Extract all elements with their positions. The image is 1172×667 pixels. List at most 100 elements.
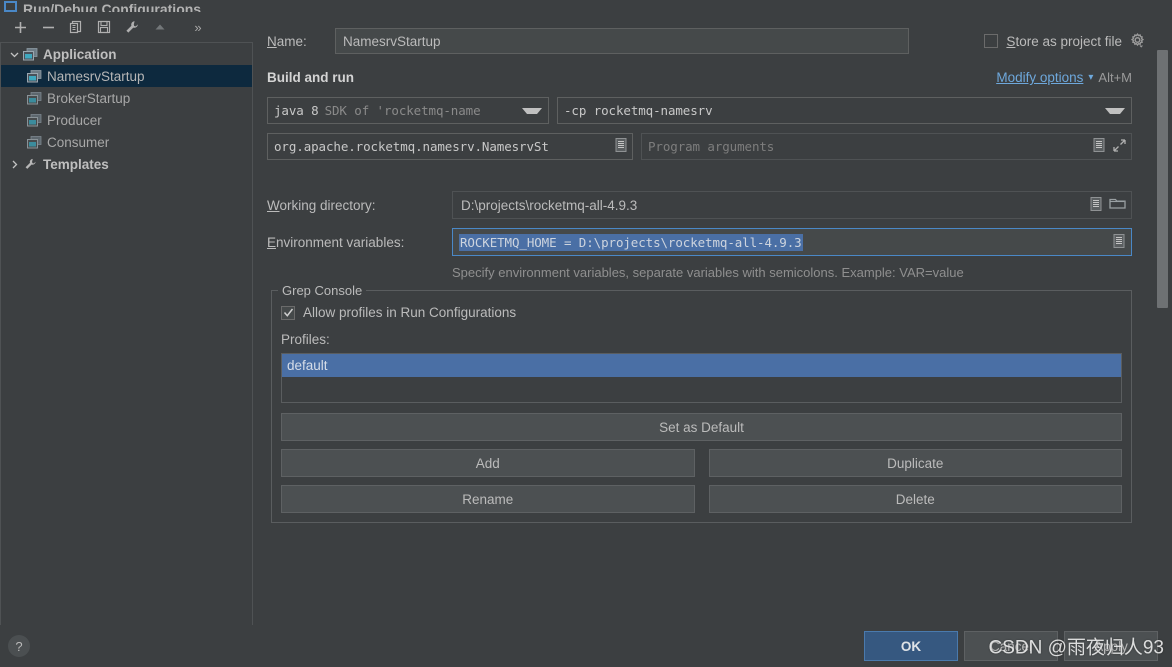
editor-scrollbar-thumb[interactable]	[1157, 50, 1168, 308]
tree-item-label: Producer	[47, 112, 102, 128]
grep-console-group: Grep Console Allow profiles in Run Confi…	[271, 283, 1132, 523]
main-class-input[interactable]: org.apache.rocketmq.namesrv.NamesrvSt	[267, 133, 633, 160]
name-label: Name:	[267, 33, 307, 49]
store-as-project-file-label: Store as project file	[1006, 33, 1122, 49]
chevron-down-icon[interactable]	[522, 107, 542, 114]
tree-item-label: BrokerStartup	[47, 90, 131, 106]
copy-configuration-button[interactable]	[62, 14, 90, 40]
gear-icon[interactable]	[1130, 33, 1146, 49]
main-class-value: org.apache.rocketmq.namesrv.NamesrvSt	[274, 139, 549, 154]
allow-profiles-checkbox[interactable]	[281, 305, 295, 320]
delete-profile-button[interactable]: Delete	[708, 485, 1122, 513]
run-debug-configurations-dialog: Run/Debug Configurations » Application N…	[0, 0, 1172, 667]
jre-select-value: java 8	[274, 103, 319, 118]
profiles-list[interactable]: default	[281, 353, 1122, 403]
tree-item-label: Consumer	[47, 134, 110, 150]
tree-group-application[interactable]: Application	[1, 43, 252, 65]
classpath-value: -cp rocketmq-namesrv	[564, 103, 713, 118]
sidebar-item-templates[interactable]: Templates	[1, 153, 252, 175]
save-configuration-button[interactable]	[90, 14, 118, 40]
sidebar-item-producer[interactable]: Producer	[1, 109, 252, 131]
macro-icon[interactable]	[614, 137, 628, 156]
store-as-project-file-checkbox[interactable]	[984, 34, 999, 48]
macro-icon[interactable]	[1092, 137, 1106, 156]
program-arguments-placeholder: Program arguments	[648, 139, 775, 154]
jre-select[interactable]: java 8 SDK of 'rocketmq-name	[267, 97, 549, 124]
working-directory-row: Working directory: D:\projects\rocketmq-…	[267, 191, 1156, 219]
rename-profile-button[interactable]: Rename	[281, 485, 695, 513]
working-directory-label: Working directory:	[267, 197, 376, 213]
sidebar-item-namesrvstartup[interactable]: NamesrvStartup	[1, 65, 252, 87]
name-input[interactable]: NamesrvStartup	[335, 28, 909, 54]
chevron-down-icon[interactable]	[1105, 107, 1125, 114]
name-input-value: NamesrvStartup	[343, 33, 441, 49]
working-directory-input[interactable]: D:\projects\rocketmq-all-4.9.3	[452, 191, 1132, 219]
environment-variables-label: Environment variables:	[267, 234, 405, 250]
environment-variables-row: Environment variables: ROCKETMQ_HOME = D…	[267, 228, 1156, 256]
application-icon	[27, 113, 42, 127]
dialog-buttons: OK Cancel Apply	[864, 631, 1158, 661]
configurations-toolbar: »	[0, 12, 253, 42]
add-profile-button[interactable]: Add	[281, 449, 695, 477]
sidebar-item-brokerstartup[interactable]: BrokerStartup	[1, 87, 252, 109]
wrench-icon	[23, 157, 38, 171]
application-icon	[27, 69, 42, 83]
store-as-project-file-group: Store as project file	[984, 33, 1156, 49]
profile-label: default	[287, 358, 328, 373]
chevron-down-icon[interactable]: ▾	[1088, 72, 1093, 83]
grep-console-group-title: Grep Console	[278, 283, 367, 298]
configurations-panel: » Application NamesrvStartup BrokerStart…	[0, 12, 253, 625]
application-icon	[27, 91, 42, 105]
dialog-footer: ? OK Cancel Apply CSDN @雨夜归人93	[0, 625, 1172, 667]
dialog-body: » Application NamesrvStartup BrokerStart…	[0, 12, 1172, 625]
macro-icon[interactable]	[1112, 233, 1126, 252]
macro-icon[interactable]	[1089, 196, 1103, 215]
tree-item-label: Templates	[43, 156, 109, 172]
ok-button[interactable]: OK	[864, 631, 958, 661]
apply-button[interactable]: Apply	[1064, 631, 1158, 661]
profiles-label: Profiles:	[281, 332, 330, 347]
folder-icon[interactable]	[1109, 196, 1126, 214]
classpath-select[interactable]: -cp rocketmq-namesrv	[557, 97, 1132, 124]
tree-item-label: NamesrvStartup	[47, 68, 145, 84]
environment-variables-input[interactable]: ROCKETMQ_HOME = D:\projects\rocketmq-all…	[452, 228, 1132, 256]
move-up-button[interactable]	[146, 14, 174, 40]
build-and-run-header: Build and run Modify options ▾ Alt+M	[267, 70, 1156, 85]
name-row: Name: NamesrvStartup Store as project fi…	[267, 28, 1156, 54]
chevron-right-icon[interactable]	[5, 159, 23, 170]
jre-select-description: SDK of 'rocketmq-name	[324, 103, 481, 118]
add-configuration-button[interactable]	[6, 14, 34, 40]
list-item[interactable]: default	[282, 354, 1121, 377]
application-icon	[23, 47, 38, 61]
modify-options-group: Modify options ▾ Alt+M	[996, 70, 1132, 85]
configuration-editor-panel: Name: NamesrvStartup Store as project fi…	[253, 12, 1172, 625]
section-title: Build and run	[267, 70, 354, 85]
profile-buttons: Set as Default Add Duplicate Rename Dele…	[281, 413, 1122, 513]
working-directory-value: D:\projects\rocketmq-all-4.9.3	[461, 197, 638, 213]
allow-profiles-label: Allow profiles in Run Configurations	[303, 305, 517, 320]
modify-options-link[interactable]: Modify options	[996, 70, 1083, 85]
editor-scrollbar[interactable]	[1157, 26, 1168, 613]
chevron-down-icon[interactable]	[5, 49, 23, 60]
duplicate-profile-button[interactable]: Duplicate	[708, 449, 1122, 477]
edit-templates-button[interactable]	[118, 14, 146, 40]
environment-variables-hint: Specify environment variables, separate …	[452, 265, 964, 280]
dialog-titlebar: Run/Debug Configurations	[0, 0, 1172, 12]
application-icon	[27, 135, 42, 149]
configurations-tree[interactable]: Application NamesrvStartup BrokerStartup…	[0, 42, 253, 625]
program-arguments-input[interactable]: Program arguments	[641, 133, 1132, 160]
toolbar-overflow-button[interactable]: »	[188, 20, 208, 35]
sdk-classpath-row: java 8 SDK of 'rocketmq-name -cp rocketm…	[267, 97, 1156, 124]
set-as-default-button[interactable]: Set as Default	[281, 413, 1122, 441]
cancel-button[interactable]: Cancel	[964, 631, 1058, 661]
sidebar-item-consumer[interactable]: Consumer	[1, 131, 252, 153]
modify-options-shortcut: Alt+M	[1098, 70, 1132, 85]
allow-profiles-row[interactable]: Allow profiles in Run Configurations	[281, 305, 1122, 320]
mainclass-args-row: org.apache.rocketmq.namesrv.NamesrvSt Pr…	[267, 133, 1156, 160]
run-debug-configurations-icon	[4, 1, 17, 12]
help-icon[interactable]: ?	[8, 635, 30, 657]
expand-icon[interactable]	[1112, 138, 1127, 156]
tree-group-label: Application	[43, 46, 117, 62]
environment-variables-value: ROCKETMQ_HOME = D:\projects\rocketmq-all…	[459, 233, 803, 251]
remove-configuration-button[interactable]	[34, 14, 62, 40]
